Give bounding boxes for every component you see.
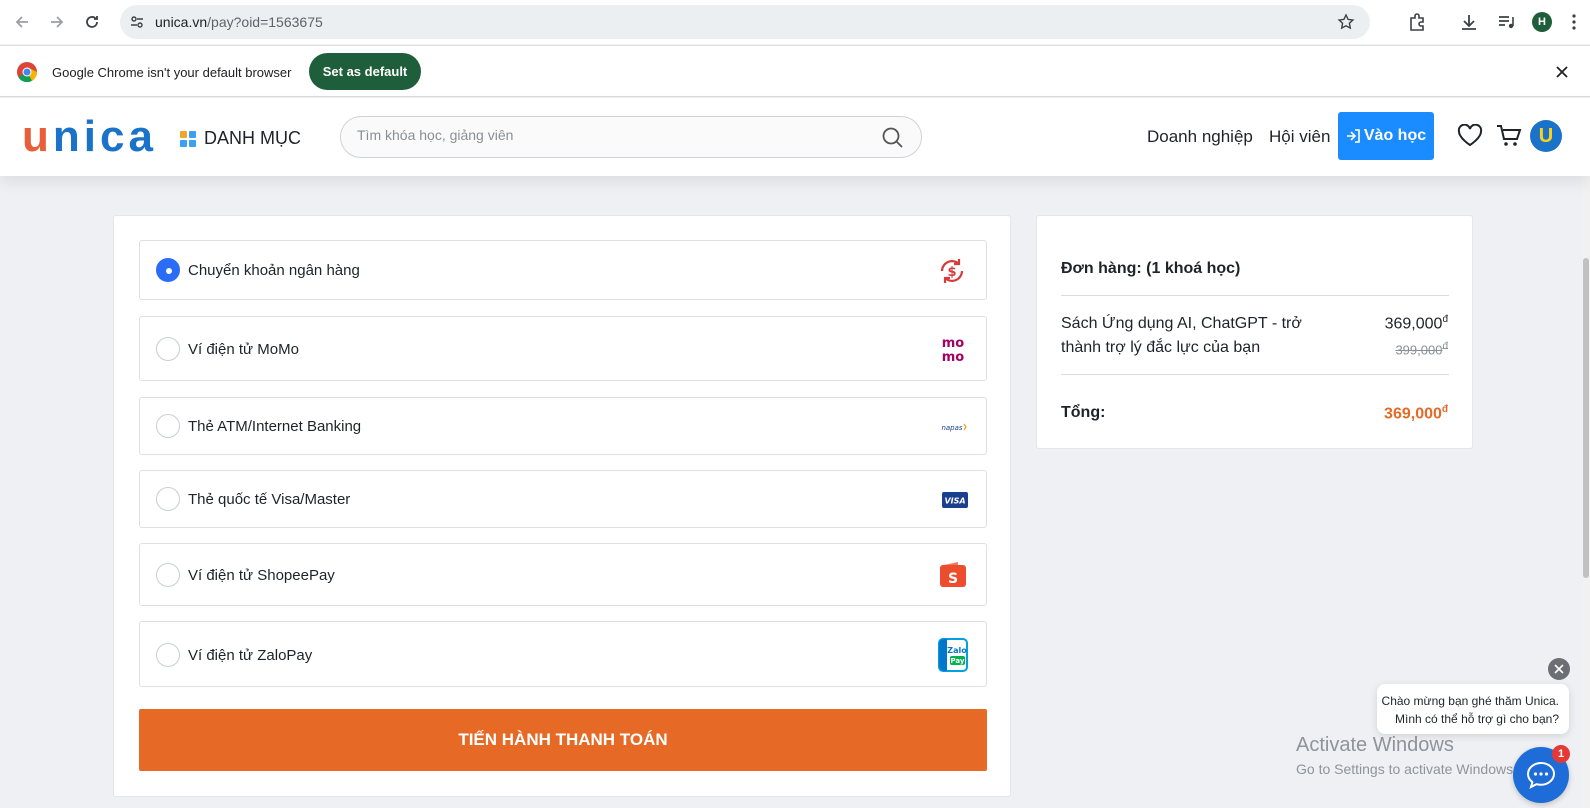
- method-label: Thẻ ATM/Internet Banking: [188, 418, 362, 435]
- cart-icon[interactable]: [1495, 122, 1523, 150]
- chat-icon: [1526, 761, 1556, 789]
- zalopay-icon: Zalo Pay: [938, 638, 968, 672]
- method-bank-transfer[interactable]: Chuyển khoản ngân hàng $: [139, 240, 987, 300]
- method-label: Ví điện tử MoMo: [188, 341, 299, 358]
- total-value: 369,000đ: [1384, 404, 1448, 423]
- chat-greeting-bubble[interactable]: Chào mừng bạn ghé thăm Unica. Mình có th…: [1377, 684, 1569, 734]
- browser-toolbar: unica.vn/pay?oid=1563675 H: [0, 0, 1590, 44]
- radio-selected[interactable]: [156, 258, 180, 282]
- set-default-button[interactable]: Set as default: [309, 53, 421, 90]
- method-momo[interactable]: Ví điện tử MoMo mo mo: [139, 316, 987, 381]
- windows-activation-watermark: Activate Windows Go to Settings to activ…: [1296, 734, 1517, 777]
- category-grid-icon: [180, 130, 196, 147]
- course-old-price: 399,000đ: [1395, 341, 1448, 358]
- order-summary-card: Đơn hàng: (1 khoá học) Sách Ứng dụng AI,…: [1036, 215, 1473, 449]
- forward-icon[interactable]: [45, 10, 69, 34]
- svg-text:mo: mo: [942, 350, 965, 363]
- svg-text:Zalo: Zalo: [947, 646, 967, 655]
- heart-icon[interactable]: [1456, 122, 1484, 150]
- infobar-message: Google Chrome isn't your default browser: [52, 65, 292, 80]
- media-control-icon[interactable]: [1494, 10, 1518, 34]
- svg-text:$: $: [947, 265, 956, 280]
- checkout-button[interactable]: TIẾN HÀNH THANH TOÁN: [139, 709, 987, 771]
- search-input[interactable]: [357, 127, 857, 143]
- method-label: Ví điện tử ShopeePay: [188, 567, 335, 584]
- login-icon: [1346, 129, 1360, 143]
- momo-icon: mo mo: [938, 335, 968, 363]
- order-title: Đơn hàng: (1 khoá học): [1061, 260, 1241, 277]
- category-label: DANH MỤC: [204, 128, 301, 148]
- radio[interactable]: [156, 487, 180, 511]
- download-icon[interactable]: [1457, 10, 1481, 34]
- chat-notification-badge: 1: [1552, 745, 1570, 763]
- extensions-icon[interactable]: [1405, 10, 1429, 34]
- svg-text:napas: napas: [941, 424, 962, 432]
- reload-icon[interactable]: [80, 10, 104, 34]
- login-label: Vào học: [1363, 127, 1427, 144]
- user-avatar[interactable]: U: [1530, 120, 1562, 152]
- method-zalopay[interactable]: Ví điện tử ZaloPay Zalo Pay: [139, 621, 987, 687]
- bank-transfer-icon: $: [936, 255, 968, 287]
- svg-text:S: S: [948, 571, 958, 587]
- total-label: Tổng:: [1061, 404, 1106, 421]
- visa-icon: VISA: [942, 492, 968, 508]
- radio[interactable]: [156, 414, 180, 438]
- close-icon[interactable]: [1552, 62, 1572, 82]
- course-name[interactable]: Sách Ứng dụng AI, ChatGPT - trở thành tr…: [1061, 312, 1331, 360]
- default-browser-infobar: Google Chrome isn't your default browser…: [0, 45, 1590, 97]
- method-shopeepay[interactable]: Ví điện tử ShopeePay S: [139, 543, 987, 606]
- svg-text:VISA: VISA: [944, 497, 965, 506]
- login-button[interactable]: Vào học: [1338, 112, 1434, 160]
- category-menu[interactable]: DANH MỤC: [180, 128, 301, 149]
- svg-text:Pay: Pay: [950, 657, 964, 665]
- nav-doanh-nghiep[interactable]: Doanh nghiệp: [1147, 127, 1253, 147]
- profile-avatar[interactable]: H: [1532, 12, 1552, 32]
- bookmark-star-icon[interactable]: [1336, 12, 1356, 32]
- method-label: Chuyển khoản ngân hàng: [188, 262, 360, 279]
- method-visa[interactable]: Thẻ quốc tế Visa/Master VISA: [139, 470, 987, 528]
- method-atm[interactable]: Thẻ ATM/Internet Banking napas: [139, 397, 987, 455]
- course-price: 369,000đ: [1384, 314, 1448, 333]
- radio[interactable]: [156, 337, 180, 361]
- chat-close-icon[interactable]: [1548, 658, 1570, 680]
- divider: [1061, 295, 1449, 296]
- divider: [1061, 374, 1449, 375]
- menu-dots-icon[interactable]: [1562, 10, 1586, 34]
- page-scrollbar[interactable]: [1582, 98, 1590, 808]
- method-label: Ví điện tử ZaloPay: [188, 647, 313, 664]
- nav-hoi-vien[interactable]: Hội viên: [1269, 127, 1330, 147]
- radio[interactable]: [156, 563, 180, 587]
- url-text: unica.vn/pay?oid=1563675: [155, 14, 323, 30]
- shopeepay-icon: S: [938, 561, 968, 589]
- scrollbar-thumb[interactable]: [1583, 258, 1589, 578]
- site-settings-icon[interactable]: [128, 13, 146, 31]
- unica-logo[interactable]: u nica: [22, 115, 157, 159]
- method-label: Thẻ quốc tế Visa/Master: [188, 491, 351, 508]
- payment-methods-card: Chuyển khoản ngân hàng $ Ví điện tử MoMo…: [113, 215, 1011, 797]
- svg-text:mo: mo: [942, 336, 965, 351]
- site-header: unica DANH MỤC Doanh nghiệp Hội viên Vào…: [0, 98, 1590, 176]
- radio[interactable]: [156, 643, 180, 667]
- address-bar[interactable]: unica.vn/pay?oid=1563675: [120, 5, 1370, 39]
- search-icon[interactable]: [881, 126, 905, 150]
- search-box[interactable]: [340, 116, 922, 158]
- back-icon[interactable]: [10, 10, 34, 34]
- chrome-logo-icon: [16, 61, 38, 83]
- napas-icon: napas: [938, 420, 968, 434]
